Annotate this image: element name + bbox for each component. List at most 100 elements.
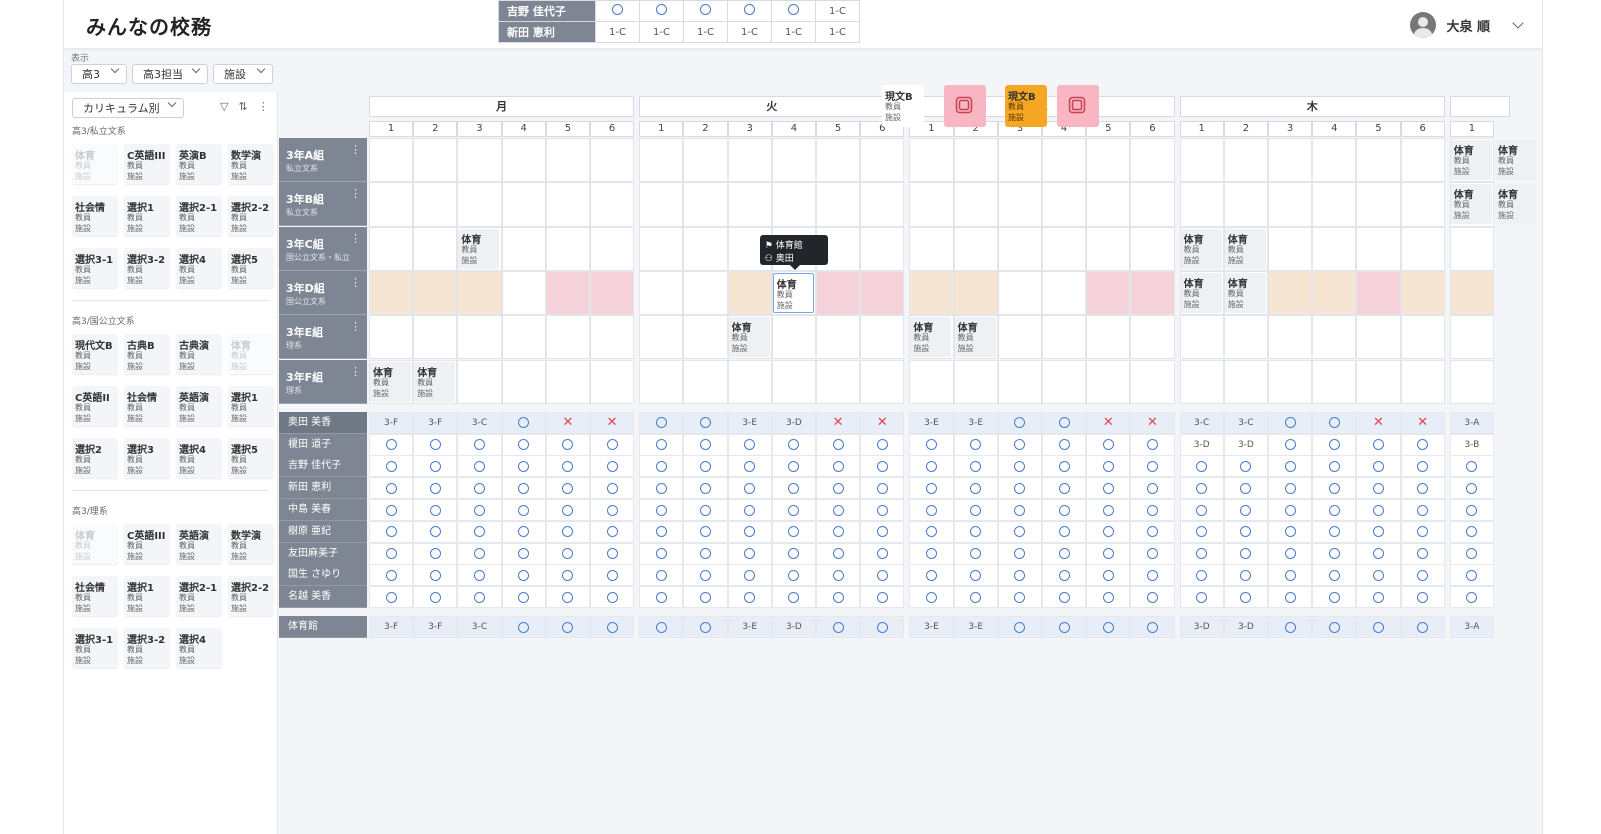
timetable-cell[interactable] (860, 226, 905, 271)
lesson-card[interactable]: 体育 教員 施設 (910, 317, 952, 358)
subject-card[interactable]: 選択2-2 教員 施設 (228, 196, 274, 236)
availability-cell[interactable] (639, 564, 684, 587)
more-icon[interactable]: ⋮ (350, 277, 361, 288)
availability-cell[interactable] (1268, 433, 1313, 456)
availability-cell[interactable] (1179, 520, 1224, 543)
teacher-row-label[interactable]: 国生 さゆり (279, 564, 367, 587)
availability-cell[interactable] (590, 542, 635, 565)
availability-cell[interactable] (1400, 455, 1445, 478)
subject-card[interactable]: 選択4 教員 施設 (176, 628, 222, 668)
timetable-cell[interactable] (1400, 315, 1445, 360)
timetable-cell[interactable] (639, 359, 684, 404)
timetable-cell[interactable] (1268, 270, 1313, 316)
lesson-card[interactable]: 体育 教員 施設 (1180, 272, 1222, 313)
lesson-card[interactable]: 体育 教員 施設 (772, 272, 814, 313)
availability-cell[interactable] (909, 586, 954, 609)
availability-cell[interactable] (501, 455, 546, 478)
availability-cell[interactable] (1400, 477, 1445, 500)
availability-cell[interactable] (590, 520, 635, 543)
availability-cell[interactable]: ✕ (1130, 411, 1175, 434)
availability-cell[interactable] (501, 499, 546, 521)
availability-cell[interactable] (1086, 433, 1131, 456)
availability-cell[interactable] (727, 499, 772, 521)
availability-cell[interactable] (1223, 520, 1268, 543)
availability-cell[interactable] (369, 542, 414, 565)
availability-cell[interactable] (457, 477, 502, 500)
timetable-cell[interactable] (1130, 138, 1175, 183)
timetable-cell[interactable] (683, 315, 728, 360)
timetable-cell[interactable] (1312, 182, 1357, 227)
timetable-cell[interactable] (1042, 359, 1087, 404)
availability-cell[interactable] (1449, 520, 1494, 543)
timetable-cell[interactable] (1130, 270, 1175, 316)
timetable-cell[interactable] (1356, 138, 1401, 183)
subject-card[interactable]: 選択1 教員 施設 (228, 386, 274, 426)
availability-cell[interactable] (860, 564, 905, 587)
timetable-cell[interactable] (369, 138, 414, 183)
timetable-cell[interactable] (457, 359, 502, 404)
availability-cell[interactable] (1086, 564, 1131, 587)
timetable-cell[interactable] (997, 315, 1042, 360)
availability-cell[interactable] (683, 411, 728, 434)
grade-select[interactable]: 高3 (71, 64, 127, 84)
availability-cell[interactable] (727, 520, 772, 543)
availability-cell[interactable] (860, 520, 905, 543)
timetable-cell[interactable] (727, 359, 772, 404)
availability-cell[interactable] (501, 411, 546, 434)
availability-cell[interactable] (909, 564, 954, 587)
availability-cell[interactable] (816, 564, 861, 587)
timetable-cell[interactable] (1449, 315, 1494, 360)
facility-availability-cell[interactable] (1400, 616, 1445, 638)
availability-cell[interactable] (997, 542, 1042, 565)
availability-cell[interactable] (1042, 477, 1087, 500)
timetable-cell[interactable] (1400, 226, 1445, 271)
timetable-cell[interactable] (501, 138, 546, 183)
timetable-cell[interactable] (953, 270, 998, 316)
timetable-cell[interactable] (997, 138, 1042, 183)
floating-card[interactable]: 現文B 教員 施設 (882, 85, 924, 127)
availability-cell[interactable] (369, 477, 414, 500)
timetable-cell[interactable] (1449, 226, 1494, 271)
availability-cell[interactable] (590, 564, 635, 587)
availability-cell[interactable] (1449, 499, 1494, 521)
subject-card[interactable]: C英語III 教員 施設 (124, 144, 170, 184)
availability-cell[interactable] (1268, 564, 1313, 587)
availability-cell[interactable] (1042, 411, 1087, 434)
availability-cell[interactable] (1449, 564, 1494, 587)
availability-cell[interactable] (1179, 477, 1224, 500)
more-icon[interactable]: ⋮ (350, 144, 361, 155)
availability-cell[interactable] (683, 499, 728, 521)
availability-cell[interactable] (1179, 564, 1224, 587)
timetable-cell[interactable] (1086, 182, 1131, 227)
subject-card[interactable]: 選択3-2 教員 施設 (124, 248, 170, 288)
teacher-row-label[interactable]: 友田麻美子 (279, 542, 367, 565)
timetable-cell[interactable] (1449, 270, 1494, 316)
availability-cell[interactable] (727, 542, 772, 565)
availability-cell[interactable] (1223, 477, 1268, 500)
timetable-cell[interactable] (953, 138, 998, 183)
availability-cell[interactable] (953, 520, 998, 543)
availability-cell[interactable] (1086, 520, 1131, 543)
lesson-card[interactable]: 体育 教員 施設 (1224, 228, 1266, 269)
availability-cell[interactable] (369, 520, 414, 543)
availability-cell[interactable] (545, 564, 590, 587)
floating-card[interactable]: 現文B 教員 施設 (1005, 85, 1047, 127)
availability-cell[interactable] (590, 433, 635, 456)
timetable-cell[interactable] (1179, 315, 1224, 360)
subject-card[interactable]: 社会情 教員 施設 (124, 386, 170, 426)
timetable-cell[interactable] (860, 315, 905, 360)
timetable-cell[interactable] (1179, 182, 1224, 227)
availability-cell[interactable] (413, 586, 458, 609)
facility-availability-cell[interactable]: 3-A (1449, 616, 1494, 638)
availability-cell[interactable] (1312, 433, 1357, 456)
availability-cell[interactable] (457, 499, 502, 521)
facility-availability-cell[interactable]: 3-E (909, 616, 954, 638)
class-row-label[interactable]: 3年E組 理系 ⋮ (279, 315, 367, 360)
availability-cell[interactable]: 3-B (1449, 433, 1494, 456)
facility-availability-cell[interactable] (545, 616, 590, 638)
timetable-cell[interactable] (1042, 138, 1087, 183)
availability-cell[interactable]: ✕ (1086, 411, 1131, 434)
subject-card[interactable]: C英語III 教員 施設 (124, 524, 170, 564)
timetable-cell[interactable] (501, 270, 546, 316)
availability-cell[interactable] (860, 433, 905, 456)
